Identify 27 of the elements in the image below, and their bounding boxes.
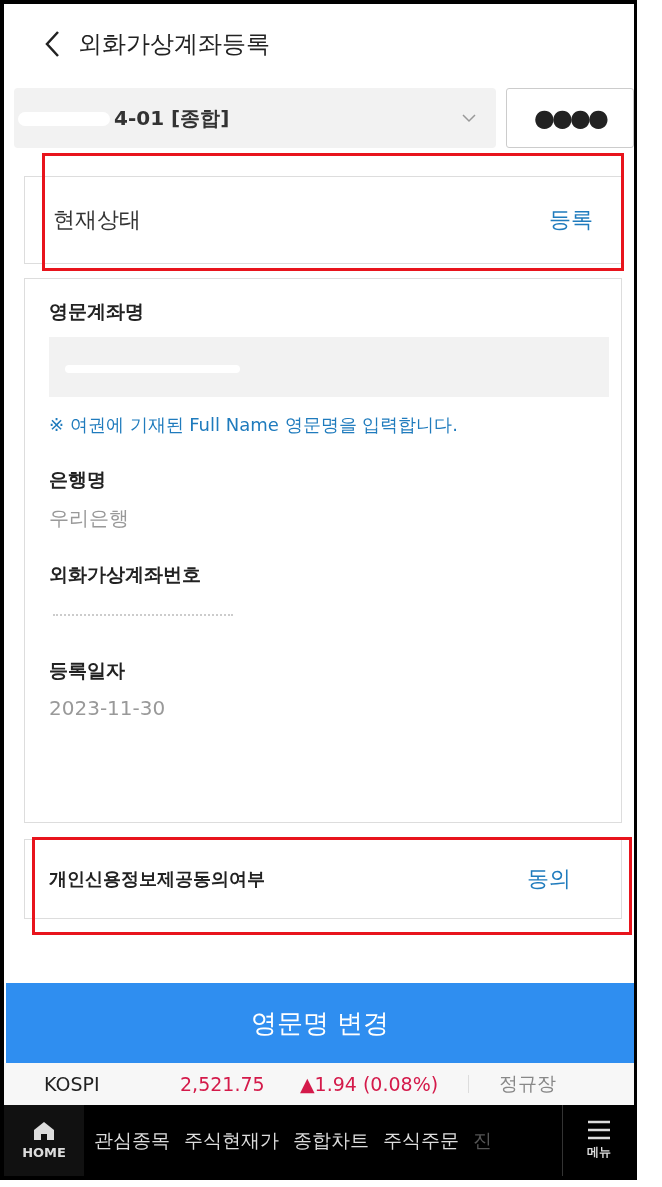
nav-tab[interactable]: 종합차트 xyxy=(293,1127,369,1154)
field-label: 영문계좌명 xyxy=(49,299,145,324)
market-session: 정규장 xyxy=(499,1071,556,1096)
index-change: ▲1.94 (0.08%) xyxy=(300,1073,440,1095)
account-dropdown[interactable]: 4-01 [종합] xyxy=(14,88,496,148)
home-button[interactable]: HOME xyxy=(4,1105,84,1176)
page-title: 외화가상계좌등록 xyxy=(78,29,270,60)
menu-icon xyxy=(586,1120,611,1140)
consent-label: 개인신용정보제공동의여부 xyxy=(49,867,265,891)
status-label: 현재상태 xyxy=(53,206,141,234)
field-label: 등록일자 xyxy=(49,658,126,683)
field-label: 은행명 xyxy=(49,467,107,492)
field-value: 2023-11-30 xyxy=(49,696,167,720)
consent-value: 동의 xyxy=(527,865,571,893)
nav-tab[interactable]: 주식현재가 xyxy=(184,1127,279,1154)
field-value: 우리은행 xyxy=(49,505,130,532)
hint-text: ※ 여권에 기재된 Full Name 영문명을 입력합니다. xyxy=(49,413,460,437)
nav-tab[interactable]: 주식주문 xyxy=(383,1127,459,1154)
password-field[interactable]: ●●●● xyxy=(506,88,634,148)
nav-tab[interactable]: 관심종목 xyxy=(94,1127,170,1154)
status-value: 등록 xyxy=(549,206,593,234)
back-button[interactable] xyxy=(44,30,60,58)
home-icon xyxy=(33,1121,55,1141)
index-name: KOSPI xyxy=(44,1073,101,1095)
index-price: 2,521.75 xyxy=(180,1073,266,1095)
caret-icon xyxy=(462,113,476,123)
field-label: 외화가상계좌번호 xyxy=(49,562,202,587)
